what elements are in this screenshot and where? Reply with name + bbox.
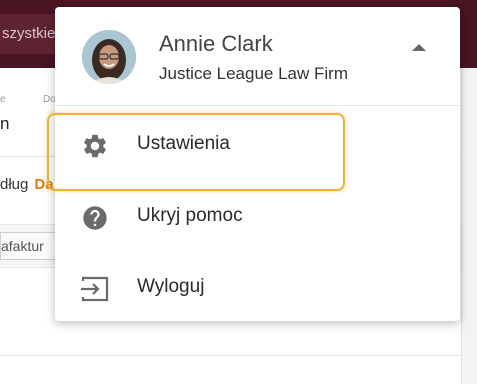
- summary-col-label: e: [0, 94, 6, 105]
- user-firm: Justice League Law Firm: [159, 64, 348, 83]
- avatar: [82, 30, 136, 84]
- menu-item-settings[interactable]: Ustawienia: [47, 110, 460, 191]
- user-name: Annie Clark: [159, 31, 273, 56]
- scrollbar[interactable]: [461, 68, 477, 384]
- summary-col-value: n: [0, 114, 10, 133]
- chevron-up-icon[interactable]: [409, 40, 429, 54]
- menu-item-label: Ustawienia: [137, 133, 230, 154]
- user-menu-header[interactable]: Annie Clark Justice League Law Firm: [55, 7, 460, 106]
- menu-item-label: Ukryj pomoc: [137, 205, 243, 226]
- avatar-image: [82, 30, 136, 84]
- user-menu-dropdown: Annie Clark Justice League Law Firm Usta…: [47, 7, 460, 323]
- summary-col-label: Do: [43, 94, 56, 105]
- logout-icon: [81, 276, 109, 302]
- divider: [0, 355, 477, 356]
- menu-item-label: Wyloguj: [137, 276, 205, 297]
- sort-row: dług Da: [0, 176, 54, 193]
- help-circle-icon: [83, 206, 107, 230]
- menu-item-logout[interactable]: Wyloguj: [55, 253, 460, 323]
- sort-label: dług: [0, 176, 29, 193]
- gear-icon: [84, 134, 106, 158]
- menu-item-hide-help[interactable]: Ukryj pomoc: [55, 182, 460, 252]
